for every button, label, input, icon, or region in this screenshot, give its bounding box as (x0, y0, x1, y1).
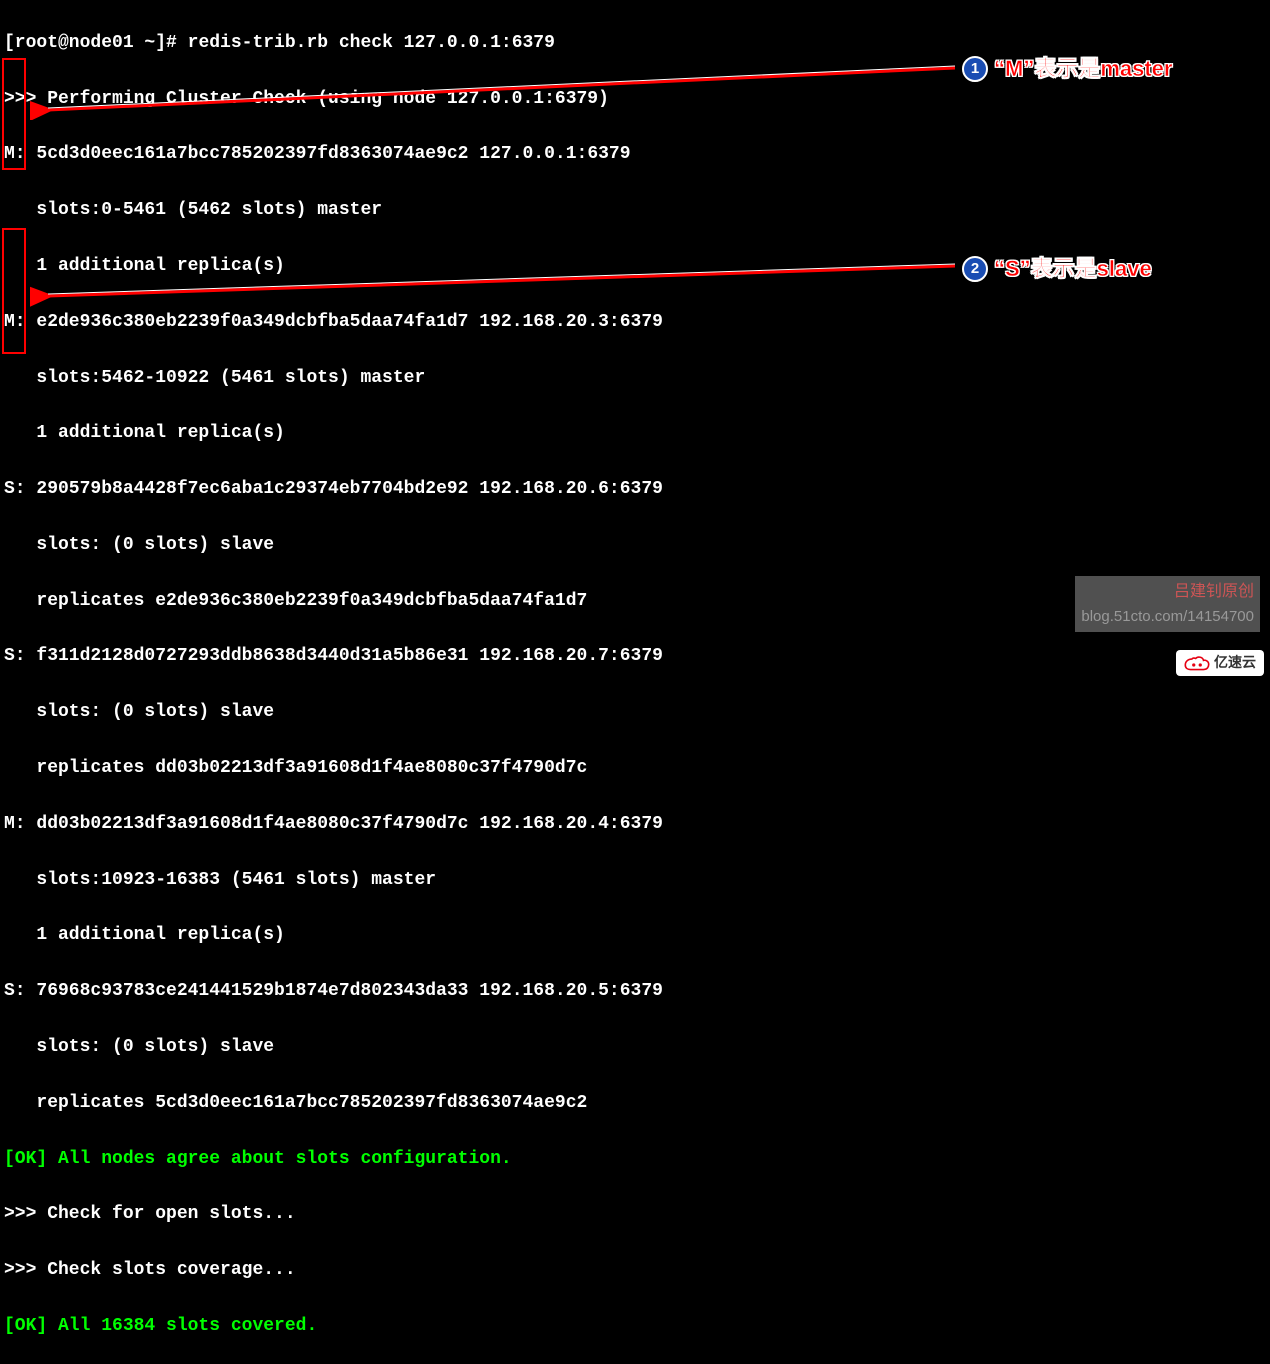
node-extra-5: replicates 5cd3d0eec161a7bcc785202397fd8… (4, 1090, 1266, 1118)
annotation-slave: 2 “S”表示是slave (962, 252, 1152, 286)
node-line-3: S: f311d2128d0727293ddb8638d3440d31a5b86… (4, 643, 1266, 671)
node-line-1: M: e2de936c380eb2239f0a349dcbfba5daa74fa… (4, 309, 1266, 337)
command-text: redis-trib.rb check 127.0.0.1:6379 (188, 33, 555, 53)
annotation-number-1: 1 (962, 56, 988, 82)
node-slots-0: slots:0-5461 (5462 slots) master (4, 197, 1266, 225)
check-open-slots: >>> Check for open slots... (4, 1201, 1266, 1229)
ok-slots-covered: [OK] All 16384 slots covered. (4, 1313, 1266, 1341)
node-slots-3: slots: (0 slots) slave (4, 699, 1266, 727)
annotation-master: 1 “M”表示是master (962, 52, 1172, 86)
node-line-5: S: 76968c93783ce241441529b1874e7d802343d… (4, 978, 1266, 1006)
node-line-4: M: dd03b02213df3a91608d1f4ae8080c37f4790… (4, 811, 1266, 839)
check-slots-coverage: >>> Check slots coverage... (4, 1257, 1266, 1285)
cloud-logo-icon (1184, 654, 1210, 672)
watermark-author: 吕建钊原创 blog.51cto.com/14154700 (1075, 576, 1260, 632)
node-extra-3: replicates dd03b02213df3a91608d1f4ae8080… (4, 755, 1266, 783)
logo-corner: 亿速云 (1176, 650, 1264, 676)
node-line-2: S: 290579b8a4428f7ec6aba1c29374eb7704bd2… (4, 476, 1266, 504)
node-extra-4: 1 additional replica(s) (4, 922, 1266, 950)
watermark-line1: 吕建钊原创 (1081, 580, 1254, 605)
node-line-0: M: 5cd3d0eec161a7bcc785202397fd8363074ae… (4, 141, 1266, 169)
watermark-line2: blog.51cto.com/14154700 (1081, 605, 1254, 628)
node-slots-5: slots: (0 slots) slave (4, 1034, 1266, 1062)
node-slots-1: slots:5462-10922 (5461 slots) master (4, 365, 1266, 393)
node-slots-2: slots: (0 slots) slave (4, 532, 1266, 560)
ok-slots-config: [OK] All nodes agree about slots configu… (4, 1146, 1266, 1174)
terminal-output: [root@node01 ~]# redis-trib.rb check 127… (0, 0, 1270, 1364)
cluster-check-header: >>> Performing Cluster Check (using node… (4, 86, 1266, 114)
shell-prompt: [root@node01 ~]# (4, 33, 188, 53)
annotation-number-2: 2 (962, 256, 988, 282)
annotation-text-1: “M”表示是master (994, 52, 1172, 86)
logo-text: 亿速云 (1214, 652, 1256, 674)
annotation-text-2: “S”表示是slave (994, 252, 1152, 286)
node-extra-1: 1 additional replica(s) (4, 420, 1266, 448)
node-slots-4: slots:10923-16383 (5461 slots) master (4, 867, 1266, 895)
